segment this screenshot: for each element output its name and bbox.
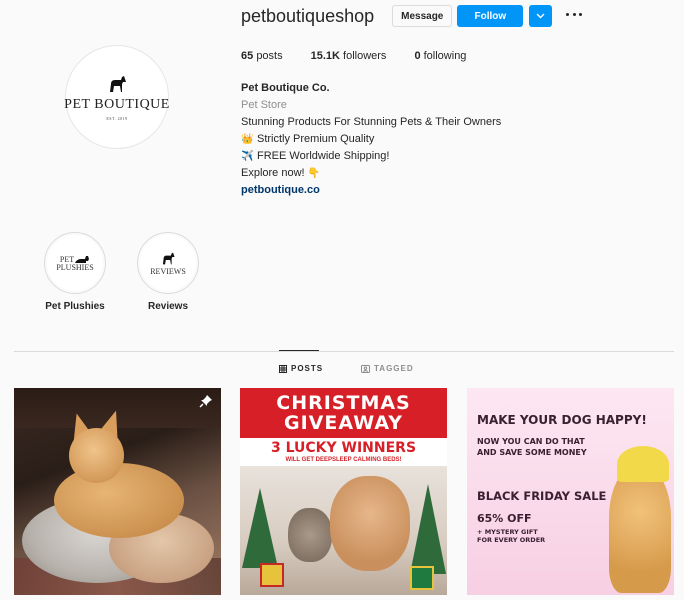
profile-header: petboutiqueshop Message Follow xyxy=(241,5,583,27)
highlight-cover-text: REVIEWS xyxy=(150,266,186,276)
followers-count: 15.1K xyxy=(310,50,340,62)
gift-box-image xyxy=(410,566,434,590)
more-options-icon[interactable] xyxy=(566,13,583,19)
profile-stats: 65 posts 15.1K followers 0 following xyxy=(241,50,494,62)
christmas-tree-image xyxy=(410,484,446,574)
tab-posts[interactable]: POSTS xyxy=(279,364,323,373)
dog-logo-icon xyxy=(110,75,126,92)
post-sale-title: BLACK FRIDAY SALE xyxy=(477,489,607,503)
highlight-ring: REVIEWS xyxy=(137,232,199,294)
airplane-emoji-icon: ✈️ xyxy=(241,151,254,162)
dog-image xyxy=(330,476,410,571)
yellow-hat-image xyxy=(617,446,669,482)
highlight-label: Reviews xyxy=(147,301,189,312)
suggested-accounts-button[interactable] xyxy=(529,5,553,27)
bio-line-3: ✈️ FREE Worldwide Shipping! xyxy=(241,148,501,165)
profile-name: Pet Boutique Co. xyxy=(241,82,330,94)
followers-label: followers xyxy=(343,50,387,62)
post-thumbnail[interactable] xyxy=(14,388,221,595)
tabs-divider xyxy=(14,351,674,352)
message-button[interactable]: Message xyxy=(392,5,453,27)
following-label: following xyxy=(423,50,467,62)
tab-label: TAGGED xyxy=(374,364,414,373)
post-thumbnail[interactable]: CHRISTMAS GIVEAWAY 3 LUCKY WINNERS WILL … xyxy=(240,388,447,595)
post-discount: 65% OFF xyxy=(477,512,532,525)
grid-icon xyxy=(279,364,287,373)
post-winners-text: 3 LUCKY WINNERS xyxy=(270,440,417,456)
avatar-est-text: EST. 2019 xyxy=(106,115,128,121)
dog-logo-icon xyxy=(162,252,175,264)
active-tab-indicator xyxy=(279,350,319,351)
post-tagline: NOW YOU CAN DO THAT AND SAVE SOME MONEY xyxy=(477,437,587,457)
post-gift-text: + MYSTERY GIFT FOR EVERY ORDER xyxy=(477,528,546,544)
highlight-pet-plushies[interactable]: PET PLUSHIES Pet Plushies xyxy=(35,232,115,312)
pinned-post-icon xyxy=(199,395,212,408)
bio-line-4: Explore now! 👇 xyxy=(241,165,501,182)
gift-box-image xyxy=(260,563,284,587)
shiba-dog-image xyxy=(609,468,671,593)
crown-emoji-icon: 👑 xyxy=(241,134,254,145)
highlight-cover-text-2: PLUSHIES xyxy=(56,262,94,272)
tab-label: POSTS xyxy=(291,364,324,373)
bio-line-1: Stunning Products For Stunning Pets & Th… xyxy=(241,116,502,128)
follow-button[interactable]: Follow xyxy=(457,5,524,27)
bio-line-2: 👑 Strictly Premium Quality xyxy=(241,131,501,148)
highlight-ring: PET PLUSHIES xyxy=(44,232,106,294)
tab-tagged[interactable]: TAGGED xyxy=(361,364,414,373)
highlight-label: Pet Plushies xyxy=(45,301,105,312)
posts-count: 65 xyxy=(241,50,254,62)
highlight-cover: PET PLUSHIES xyxy=(47,235,103,291)
profile-avatar[interactable]: PET BOUTIQUE EST. 2019 xyxy=(64,45,170,149)
website-link[interactable]: petboutique.co xyxy=(241,182,501,199)
chevron-down-icon xyxy=(536,13,545,19)
posts-stat: 65 posts xyxy=(241,50,283,62)
posts-label: posts xyxy=(256,50,283,62)
post-subtitle: WILL GET DEEPSLEEP CALMING BEDS! xyxy=(285,457,402,463)
highlight-reviews[interactable]: REVIEWS Reviews xyxy=(128,232,208,312)
post-title-line-2: GIVEAWAY xyxy=(284,412,403,434)
tagged-icon xyxy=(361,364,370,373)
highlight-cover: REVIEWS xyxy=(140,235,196,291)
christmas-banner: CHRISTMAS GIVEAWAY xyxy=(240,388,447,438)
teddy-bear-image xyxy=(288,508,332,562)
followers-stat[interactable]: 15.1K followers xyxy=(311,50,387,62)
avatar-brand-text: PET BOUTIQUE xyxy=(64,96,170,112)
post-thumbnail[interactable]: MAKE YOUR DOG HAPPY! NOW YOU CAN DO THAT… xyxy=(467,388,674,595)
dog-body-image xyxy=(54,463,184,538)
dog-head-image xyxy=(69,428,124,483)
post-title: MAKE YOUR DOG HAPPY! xyxy=(477,413,647,427)
pointing-down-emoji-icon: 👇 xyxy=(307,168,321,179)
christmas-tree-image xyxy=(242,488,278,568)
profile-bio: Pet Boutique Co. Pet Store Stunning Prod… xyxy=(241,80,501,199)
username: petboutiqueshop xyxy=(241,5,375,26)
profile-category: Pet Store xyxy=(241,99,287,111)
post-title-line-1: CHRISTMAS xyxy=(276,392,411,414)
following-count: 0 xyxy=(414,50,421,62)
following-stat[interactable]: 0 following xyxy=(414,50,466,62)
